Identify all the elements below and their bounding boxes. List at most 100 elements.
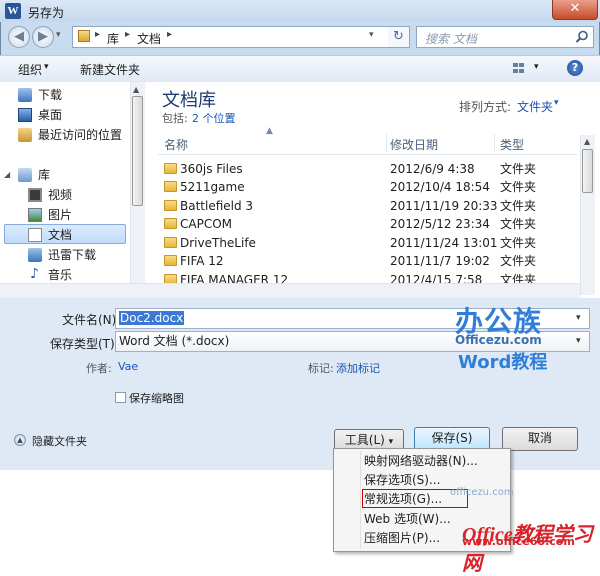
dialog-title: 另存为 [28, 6, 65, 20]
menu-item-map-network-drive[interactable]: 映射网络驱动器(N)... [364, 451, 478, 471]
menu-item-compress-pictures[interactable]: 压缩图片(P)... [364, 528, 440, 548]
address-history-dropdown-icon[interactable]: ▾ [369, 30, 374, 40]
sort-ascending-icon: ▲ [266, 126, 273, 136]
menu-item-save-options[interactable]: 保存选项(S)... [364, 470, 440, 490]
menu-item-general-options[interactable]: 常规选项(G)... [364, 489, 442, 509]
organize-button[interactable]: 组织 [18, 61, 42, 78]
file-row[interactable]: FIFA MANAGER 12 2012/4/15 7:58 文件夹 [158, 271, 578, 283]
cancel-button[interactable]: 取消 [502, 427, 578, 451]
navigation-pane: 下载 桌面 最近访问的位置 ◢ 库 视频 图片 文档 迅雷下载 ♪ 音乐 [0, 82, 131, 298]
breadcrumb-separator-icon: ▸ [95, 29, 101, 40]
file-name: Battlefield 3 [180, 199, 254, 213]
file-list-scrollbar[interactable]: ▲ [580, 135, 595, 295]
file-type: 文件夹 [500, 162, 537, 176]
breadcrumb-separator-icon: ▸ [167, 29, 173, 40]
author-label: 作者: [86, 362, 112, 375]
author-value[interactable]: Vae [118, 360, 138, 373]
file-type: 文件夹 [500, 199, 537, 213]
folder-icon [164, 200, 177, 211]
folder-icon [164, 274, 177, 283]
file-type: 文件夹 [500, 217, 537, 231]
savetype-dropdown-icon[interactable]: ▾ [576, 332, 581, 351]
library-folder-icon [78, 30, 90, 42]
video-icon [28, 188, 42, 202]
file-date: 2011/11/24 13:01 [390, 236, 498, 250]
file-row[interactable]: DriveTheLife 2011/11/24 13:01 文件夹 [158, 234, 578, 252]
close-button[interactable]: ✕ [552, 0, 598, 20]
hide-folders-toggle[interactable]: 隐藏文件夹 [32, 433, 87, 449]
filename-dropdown-icon[interactable]: ▾ [576, 309, 581, 328]
pictures-icon [28, 208, 42, 222]
file-row[interactable]: 360js Files 2012/6/9 4:38 文件夹 [158, 160, 578, 178]
recent-pages-dropdown-icon[interactable]: ▾ [56, 30, 61, 40]
search-input[interactable]: 搜索 文档 [425, 30, 477, 47]
column-header-date[interactable]: 修改日期 [390, 136, 438, 153]
column-header-row: 名称 ▲ 修改日期 类型 [158, 126, 578, 155]
new-folder-button[interactable]: 新建文件夹 [80, 61, 140, 78]
forward-button[interactable]: ▶ [32, 26, 54, 48]
arrange-by-dropdown[interactable]: 文件夹 [517, 98, 553, 115]
file-name: 5211game [180, 180, 245, 194]
library-title: 文档库 [162, 90, 216, 111]
thumbnail-label: 保存缩略图 [129, 392, 184, 405]
organize-dropdown-icon[interactable]: ▾ [44, 62, 49, 72]
file-row[interactable]: CAPCOM 2012/5/12 23:34 文件夹 [158, 215, 578, 233]
file-name: FIFA 12 [180, 254, 224, 268]
savetype-value: Word 文档 (*.docx) [119, 334, 230, 348]
column-header-type[interactable]: 类型 [500, 136, 524, 153]
navigation-pane-scrollbar[interactable]: ▲ ▼ [130, 82, 145, 298]
file-date: 2011/11/7 19:02 [390, 254, 490, 268]
thumbnail-checkbox[interactable] [115, 392, 126, 403]
menu-item-web-options[interactable]: Web 选项(W)... [364, 509, 451, 529]
expand-arrow-icon[interactable]: ◢ [4, 166, 10, 184]
recent-places-icon [18, 128, 32, 142]
arrange-dropdown-icon[interactable]: ▾ [554, 98, 559, 108]
scrollbar-thumb[interactable] [582, 149, 593, 193]
file-date: 2011/11/19 20:33 [390, 199, 498, 213]
column-header-name[interactable]: 名称 [164, 136, 188, 153]
includes-label: 包括: [162, 112, 188, 125]
address-bar[interactable]: ▸ 库 ▸ 文档 ▸ ▾ [72, 26, 410, 48]
file-row[interactable]: Battlefield 3 2011/11/19 20:33 文件夹 [158, 197, 578, 215]
search-icon[interactable] [575, 30, 589, 44]
refresh-button[interactable]: ↻ [388, 26, 410, 48]
libraries-icon [18, 168, 32, 182]
music-icon: ♪ [30, 266, 39, 282]
tools-label: 工具(L) [344, 433, 385, 447]
file-date: 2012/5/12 23:34 [390, 217, 490, 231]
breadcrumb-item-documents[interactable]: 文档 [137, 30, 161, 47]
file-date: 2012/6/9 4:38 [390, 162, 475, 176]
folder-icon [164, 163, 177, 174]
savetype-label: 保存类型(T): [50, 337, 119, 351]
desktop-icon [18, 108, 32, 122]
file-date: 2012/10/4 18:54 [390, 180, 490, 194]
title-bar: W 另存为 [0, 0, 600, 22]
file-date: 2012/4/15 7:58 [390, 273, 483, 283]
scrollbar-thumb[interactable] [132, 96, 143, 206]
view-options-icon[interactable] [513, 62, 525, 74]
filename-label: 文件名(N): [62, 313, 121, 327]
watermark-word-course: Word教程 [458, 352, 548, 373]
file-name: CAPCOM [180, 217, 233, 231]
horizontal-scrollbar[interactable] [0, 283, 580, 299]
help-icon[interactable]: ? [567, 60, 583, 76]
tags-label: 标记: [308, 362, 334, 375]
file-type: 文件夹 [500, 273, 537, 283]
file-name: 360js Files [180, 162, 243, 176]
download-folder-icon [18, 88, 32, 102]
collapse-arrow-icon[interactable]: ▲ [14, 434, 26, 446]
watermark-faint-url: officezu.com [450, 487, 514, 498]
file-row[interactable]: FIFA 12 2011/11/7 19:02 文件夹 [158, 252, 578, 270]
breadcrumb-item-library[interactable]: 库 [107, 30, 119, 47]
view-dropdown-icon[interactable]: ▾ [534, 62, 539, 72]
locations-link[interactable]: 2 个位置 [192, 110, 236, 126]
file-row[interactable]: 5211game 2012/10/4 18:54 文件夹 [158, 178, 578, 196]
back-button[interactable]: ◀ [8, 26, 30, 48]
command-bar: 组织 ▾ 新建文件夹 ▾ ? [0, 55, 600, 83]
tags-value[interactable]: 添加标记 [336, 360, 380, 376]
search-box[interactable]: 搜索 文档 [416, 26, 594, 48]
file-type: 文件夹 [500, 254, 537, 268]
word-app-icon: W [5, 3, 21, 19]
filename-value: Doc2.docx [119, 311, 185, 325]
thunder-download-icon [28, 248, 42, 262]
